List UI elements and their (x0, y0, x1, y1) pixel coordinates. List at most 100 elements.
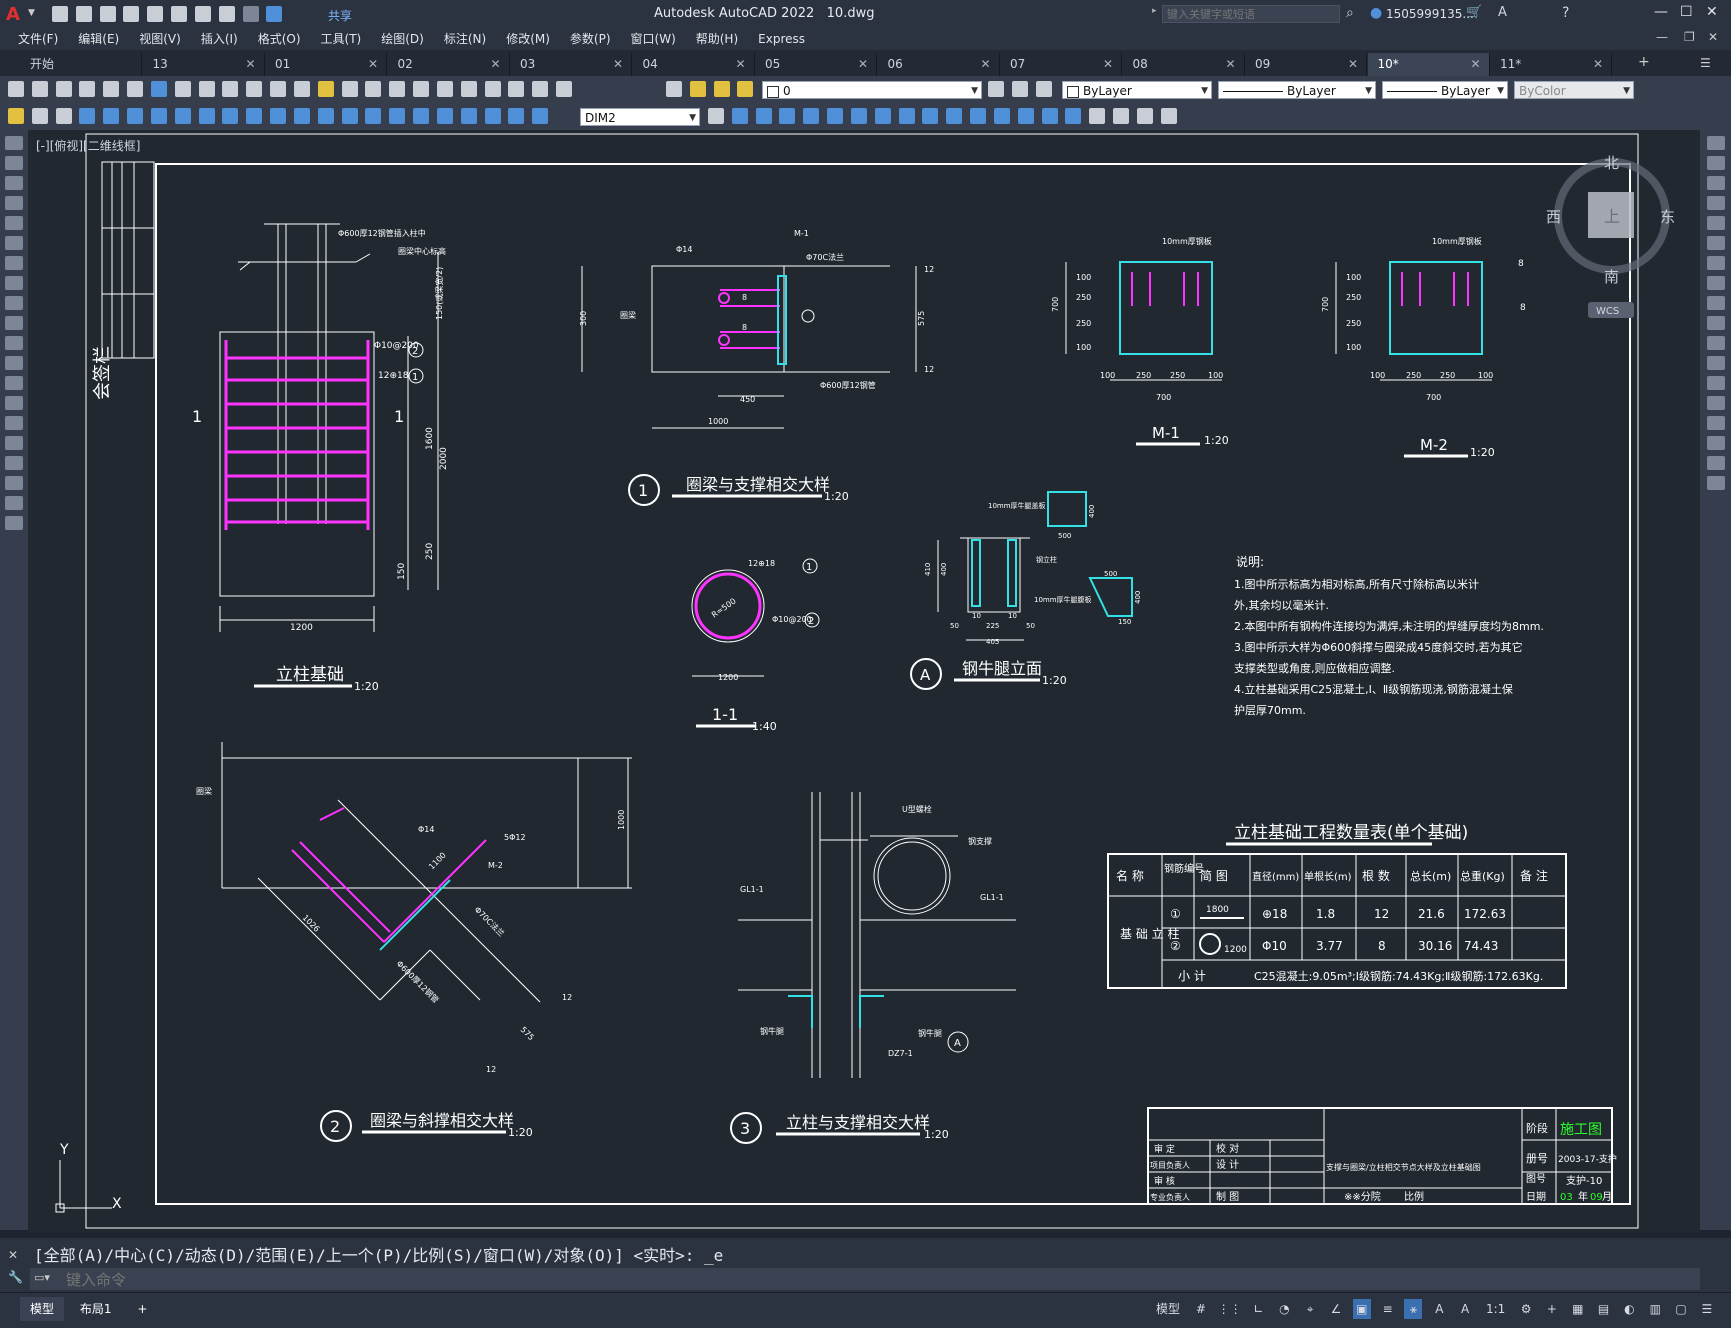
explode-tool-icon[interactable] (1706, 476, 1725, 490)
doc-restore-button[interactable]: ❐ (1684, 30, 1695, 44)
isolate-icon[interactable]: ◐ (1620, 1299, 1638, 1319)
sheet-set-icon[interactable] (484, 81, 501, 97)
paste-icon[interactable] (222, 81, 239, 97)
offset-icon[interactable] (779, 108, 796, 124)
make-block-icon[interactable] (5, 376, 23, 390)
print-icon[interactable] (79, 81, 96, 97)
annotation-plus-icon[interactable]: + (1543, 1299, 1561, 1319)
menu-8[interactable]: 修改(M) (496, 28, 560, 50)
doc-minimize-button[interactable]: — (1656, 30, 1668, 44)
mtext-icon[interactable] (5, 496, 23, 510)
undo-icon[interactable] (218, 6, 235, 22)
erase-icon[interactable] (1089, 108, 1106, 124)
close-tab-icon[interactable]: ✕ (613, 53, 623, 76)
layer-state-icon[interactable] (1035, 81, 1052, 97)
annotation-monitor-icon[interactable]: ⚹ (1404, 1299, 1423, 1319)
clean-screen-icon[interactable]: ▢ (1672, 1299, 1690, 1319)
circle-icon[interactable] (5, 256, 23, 270)
tb-pin-icon[interactable] (8, 108, 24, 124)
fillet-icon[interactable] (1041, 108, 1058, 124)
group-icon[interactable] (1160, 108, 1177, 124)
lineweight-icon[interactable]: ≡ (1379, 1299, 1397, 1319)
trim-icon[interactable] (922, 108, 939, 124)
menu-3[interactable]: 插入(I) (191, 28, 248, 50)
layer-previous-icon[interactable] (1011, 81, 1028, 97)
close-tab-icon[interactable]: ✕ (1348, 53, 1358, 76)
file-tab[interactable]: 05 ✕ (755, 53, 877, 76)
arc-icon[interactable] (5, 236, 23, 250)
chamfer-icon[interactable] (1017, 108, 1034, 124)
matchprop-icon[interactable] (246, 81, 263, 97)
hatch-icon[interactable] (5, 416, 23, 430)
command-input[interactable] (64, 1269, 1668, 1291)
jogged-linear-icon[interactable] (460, 108, 477, 124)
layout1-tab[interactable]: 布局1 (69, 1297, 122, 1321)
match-icon[interactable] (1136, 108, 1153, 124)
hardware-acceleration-icon[interactable]: ▥ (1646, 1299, 1664, 1319)
publish-icon[interactable] (127, 81, 144, 97)
tabs-menu-icon[interactable]: ☰ (1700, 56, 1711, 70)
auto-scale-icon[interactable]: A (1456, 1299, 1474, 1319)
explode-icon[interactable] (1065, 108, 1082, 124)
search-icon[interactable]: ⌕ (1346, 5, 1354, 21)
cmd-prompt-icon[interactable]: ▭▾ (34, 1271, 50, 1284)
tb-layer-icon[interactable] (55, 108, 72, 124)
extend-icon[interactable] (946, 108, 963, 124)
layer-lock-icon[interactable] (737, 81, 754, 97)
file-tab[interactable]: 11* ✕ (1490, 53, 1612, 76)
dim-radius-icon[interactable] (174, 108, 191, 124)
markup-icon[interactable] (508, 81, 525, 97)
file-tab[interactable]: 03 ✕ (510, 53, 632, 76)
array-icon[interactable] (803, 108, 820, 124)
close-tab-icon[interactable]: ✕ (368, 53, 378, 76)
close-tab-icon[interactable]: ✕ (1103, 53, 1113, 76)
dim-ordinate-icon[interactable] (150, 108, 167, 124)
doc-close-button[interactable]: ✕ (1708, 30, 1718, 44)
osnap-icon[interactable]: ⌖ (1301, 1299, 1319, 1319)
selection-cycling-icon[interactable]: ▣ (1352, 1299, 1371, 1319)
insert-block-icon[interactable] (5, 356, 23, 370)
customize-icon[interactable]: ☰ (1698, 1299, 1716, 1319)
inspection-icon[interactable] (436, 108, 453, 124)
break-tool-icon[interactable] (1706, 376, 1725, 390)
dim-diameter-icon[interactable] (222, 108, 239, 124)
array-tool-icon[interactable] (1706, 216, 1725, 230)
dimstyle-dropdown[interactable]: DIM2 ▼ (580, 108, 700, 126)
polar-icon[interactable]: ◔ (1275, 1299, 1293, 1319)
ellipse-icon[interactable] (5, 316, 23, 330)
cart-icon[interactable]: 🛒 (1466, 5, 1482, 20)
dim-linear-icon[interactable] (79, 108, 96, 124)
ortho-icon[interactable]: ∟ (1250, 1299, 1268, 1319)
close-tab-icon[interactable]: ✕ (490, 53, 500, 76)
properties-icon[interactable] (413, 81, 430, 97)
file-tab[interactable]: 13 ✕ (143, 53, 265, 76)
snap-icon[interactable]: ⋮⋮ (1218, 1299, 1242, 1319)
properties-2-icon[interactable] (1113, 108, 1130, 124)
help-icon[interactable]: ? (1562, 5, 1569, 21)
minimize-button[interactable]: — (1654, 4, 1668, 20)
move-icon[interactable] (827, 108, 844, 124)
extend-tool-icon[interactable] (1706, 336, 1725, 350)
preview-icon[interactable] (103, 81, 120, 97)
table-icon[interactable] (5, 476, 23, 490)
model-tab[interactable]: 模型 (20, 1297, 65, 1321)
dim-angular-icon[interactable] (246, 108, 263, 124)
trim-tool-icon[interactable] (1706, 316, 1725, 330)
dim-space-icon[interactable] (341, 108, 358, 124)
file-tab[interactable]: 07 ✕ (1000, 53, 1122, 76)
region-icon[interactable] (5, 456, 23, 470)
3dprint-icon[interactable] (150, 81, 167, 97)
dim-baseline-icon[interactable] (293, 108, 310, 124)
file-tab[interactable]: 04 ✕ (633, 53, 755, 76)
user-name[interactable]: 1505999135... (1386, 7, 1474, 21)
new-tab-button[interactable]: + (1638, 54, 1650, 70)
erase-tool-icon[interactable] (1706, 136, 1725, 150)
drawing-svg[interactable]: [-][俯视][二维线框] 会签栏 Φ600厚12钢管插入柱中 圈梁中心标高 Φ… (28, 130, 1700, 1232)
polygon-icon[interactable] (5, 196, 23, 210)
file-tab[interactable]: 01 ✕ (265, 53, 387, 76)
center-mark-icon[interactable] (413, 108, 430, 124)
cmd-settings-icon[interactable]: 🔧 (8, 1270, 23, 1284)
mirror-icon[interactable] (755, 108, 772, 124)
plot-icon[interactable] (194, 6, 211, 22)
plotstyle-dropdown[interactable]: ByColor ▼ (1514, 81, 1634, 99)
